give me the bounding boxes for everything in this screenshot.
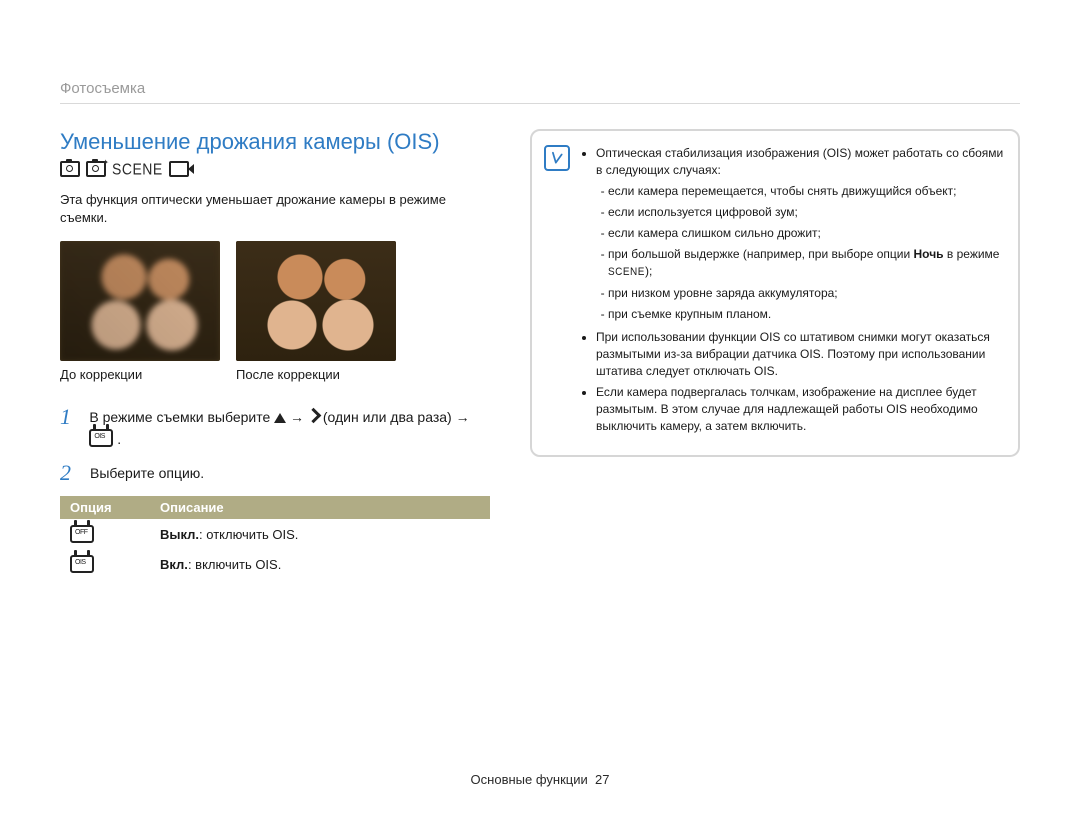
- smart-camera-icon: ✦: [86, 161, 106, 177]
- note-info-icon: [544, 145, 570, 171]
- step-1-arrow-1: →: [290, 409, 308, 425]
- step-1-text: В режиме съемки выберите → (один или два…: [89, 406, 490, 450]
- option-desc-cell: Выкл.: отключить OIS.: [150, 519, 490, 549]
- photo-before: [60, 241, 220, 361]
- option-name: Выкл.: [160, 527, 199, 542]
- note-box: Оптическая стабилизация изображения (OIS…: [530, 129, 1020, 457]
- option-text: : отключить OIS.: [199, 527, 298, 542]
- right-column: Оптическая стабилизация изображения (OIS…: [530, 129, 1020, 579]
- option-name: Вкл.: [160, 557, 188, 572]
- note-b1-text: Оптическая стабилизация изображения (OIS…: [596, 146, 1003, 177]
- breadcrumb: Фотосъемка: [60, 80, 1020, 104]
- step-1-part-c: (один или два раза) →: [323, 409, 470, 425]
- page-footer: Основные функции 27: [0, 772, 1080, 787]
- step-2: 2 Выберите опцию.: [60, 462, 490, 484]
- feature-description: Эта функция оптически уменьшает дрожание…: [60, 191, 490, 227]
- ois-option-icon: OIS: [70, 555, 94, 573]
- note-bullet-1: Оптическая стабилизация изображения (OIS…: [596, 145, 1004, 323]
- content-columns: Уменьшение дрожания камеры (OIS) ✦ SCENE…: [60, 129, 1020, 579]
- caption-after: После коррекции: [236, 367, 396, 382]
- note-subitem: если используется цифровой зум;: [608, 204, 1004, 221]
- up-triangle-icon: [274, 413, 286, 423]
- step-2-text: Выберите опцию.: [90, 462, 204, 484]
- step-1-number: 1: [60, 406, 77, 450]
- note-bullet-2: При использовании функции OIS со штативо…: [596, 329, 1004, 380]
- steps-list: 1 В режиме съемки выберите → (один или д…: [60, 406, 490, 484]
- step-1: 1 В режиме съемки выберите → (один или д…: [60, 406, 490, 450]
- photo-captions: До коррекции После коррекции: [60, 367, 490, 382]
- table-row: OIS Вкл.: включить OIS.: [60, 549, 490, 579]
- note-subitem: при съемке крупным планом.: [608, 306, 1004, 323]
- camera-icon: [60, 161, 80, 177]
- video-icon: [169, 161, 189, 177]
- note-subitem: при низком уровне заряда аккумулятора;: [608, 285, 1004, 302]
- step-1-part-d: .: [117, 431, 121, 447]
- step-2-number: 2: [60, 462, 78, 484]
- option-icon-cell: OFF: [60, 519, 150, 549]
- option-icon-cell: OIS: [60, 549, 150, 579]
- note-subitem: при большой выдержке (например, при выбо…: [608, 246, 1004, 281]
- note-subitem: если камера перемещается, чтобы снять дв…: [608, 183, 1004, 200]
- table-row: OFF Выкл.: отключить OIS.: [60, 519, 490, 549]
- page-title: Уменьшение дрожания камеры (OIS): [60, 129, 490, 155]
- footer-section: Основные функции: [471, 772, 588, 787]
- ois-option-icon: OFF: [70, 525, 94, 543]
- caption-before: До коррекции: [60, 367, 220, 382]
- options-header-description: Описание: [150, 496, 490, 519]
- option-text: : включить OIS.: [188, 557, 281, 572]
- step-1-part-a: В режиме съемки выберите: [89, 409, 274, 425]
- note-subitem: если камера слишком сильно дрожит;: [608, 225, 1004, 242]
- photo-after: [236, 241, 396, 361]
- option-desc-cell: Вкл.: включить OIS.: [150, 549, 490, 579]
- note-sublist: если камера перемещается, чтобы снять дв…: [596, 183, 1004, 323]
- note-bullet-3: Если камера подвергалась толчкам, изобра…: [596, 384, 1004, 435]
- ois-menu-icon: OIS: [89, 429, 113, 447]
- options-table: Опция Описание OFFВыкл.: отключить OIS.O…: [60, 496, 490, 579]
- scene-mode-icon: SCENE: [112, 160, 163, 178]
- left-column: Уменьшение дрожания камеры (OIS) ✦ SCENE…: [60, 129, 490, 579]
- footer-page-number: 27: [595, 772, 609, 787]
- comparison-photos: [60, 241, 490, 361]
- options-header-option: Опция: [60, 496, 150, 519]
- mode-icons-row: ✦ SCENE: [60, 161, 490, 177]
- manual-page: Фотосъемка Уменьшение дрожания камеры (O…: [0, 0, 1080, 815]
